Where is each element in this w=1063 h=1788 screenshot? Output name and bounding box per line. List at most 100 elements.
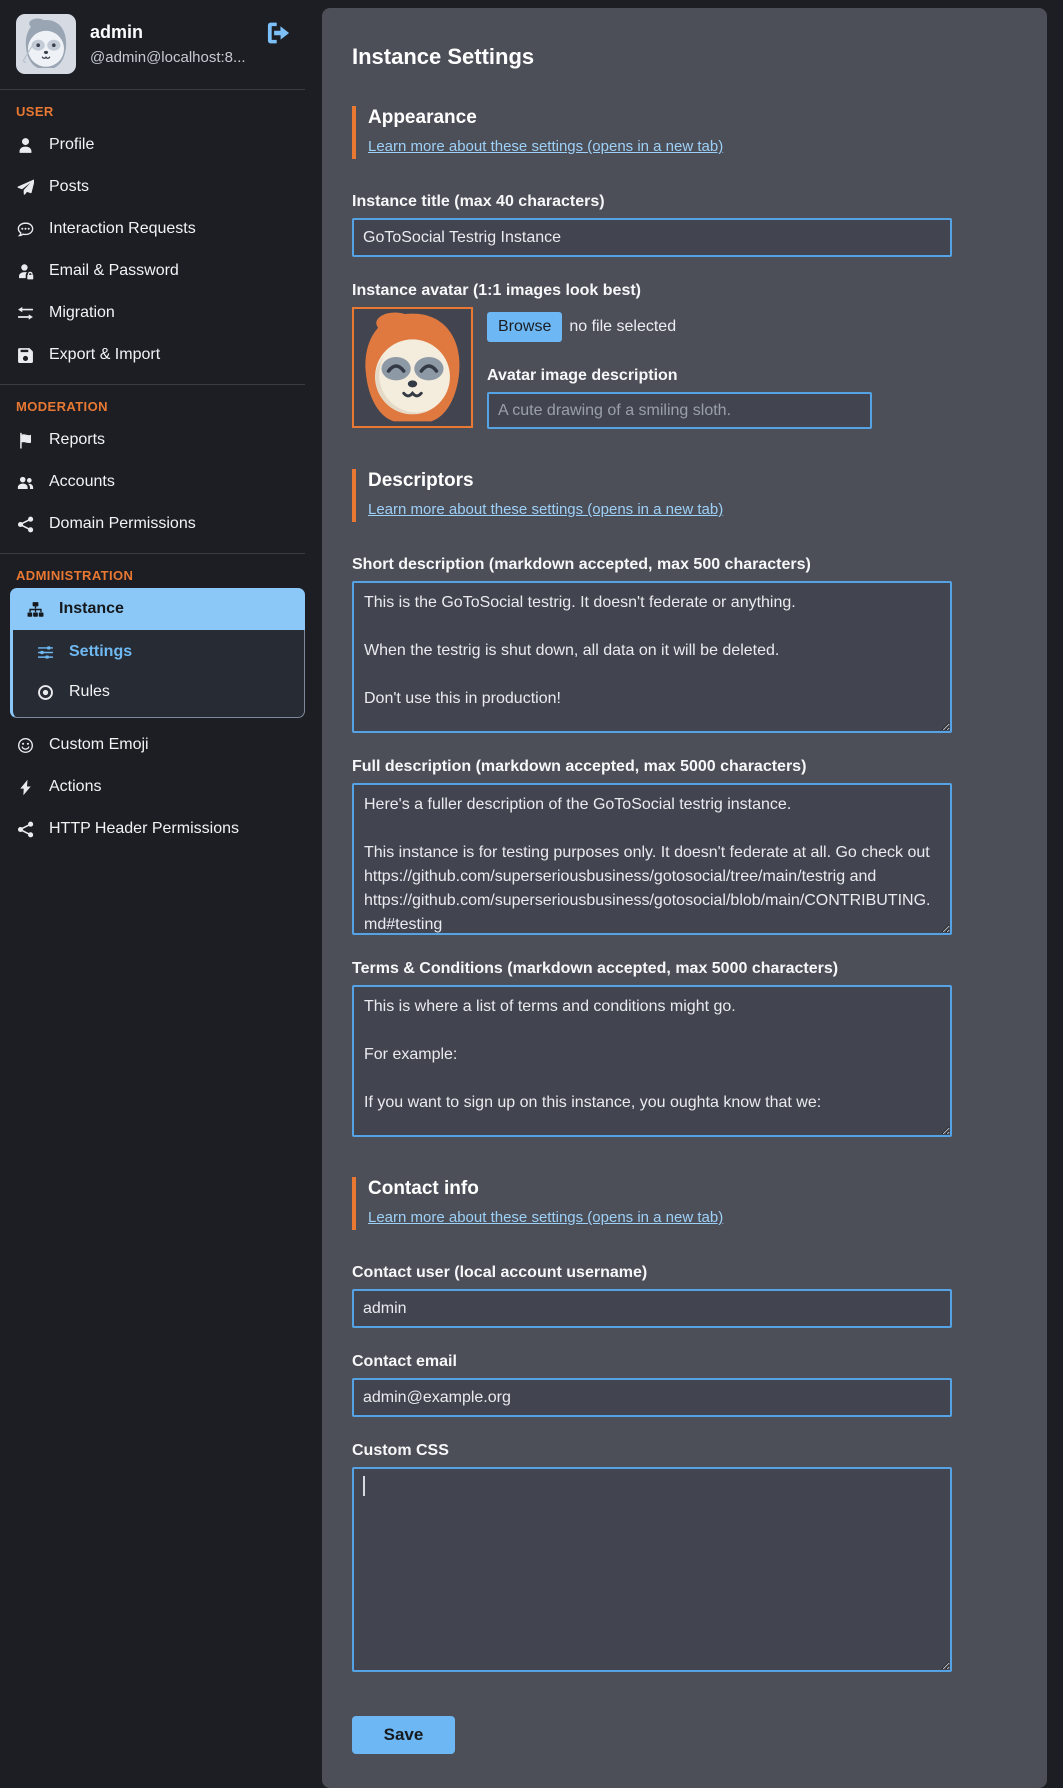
sidebar-item-interaction-requests[interactable]: Interaction Requests (0, 208, 305, 250)
instance-avatar-group: Instance avatar (1:1 images look best) (352, 282, 1017, 429)
instance-title-input[interactable] (352, 218, 952, 257)
page-title: Instance Settings (352, 44, 1017, 70)
contact-email-input[interactable] (352, 1378, 952, 1417)
flag-icon (16, 432, 35, 449)
sidebar-item-label: Migration (49, 304, 115, 322)
bolt-icon (16, 779, 35, 796)
nav-section-moderation-label: MODERATION (16, 399, 289, 414)
nav-section-administration: ADMINISTRATION Instance (0, 568, 305, 850)
instance-title-group: Instance title (max 40 characters) (352, 193, 1017, 257)
instance-settings-panel: Instance Settings Appearance Learn more … (322, 8, 1047, 1788)
user-handle: @admin@localhost:8... (90, 49, 246, 66)
sidebar-item-label: Posts (49, 178, 89, 196)
custom-css-group: Custom CSS (352, 1442, 1017, 1672)
terms-conditions-group: Terms & Conditions (markdown accepted, m… (352, 960, 1017, 1137)
app-layout: admin @admin@localhost:8... USER Profile (0, 0, 1063, 1682)
sidebar-divider (0, 89, 305, 90)
save-button[interactable]: Save (352, 1716, 455, 1754)
contact-section-header: Contact info Learn more about these sett… (352, 1177, 1017, 1230)
sidebar-item-label: Interaction Requests (49, 220, 196, 238)
avatar-description-input[interactable] (487, 392, 872, 429)
full-description-label: Full description (markdown accepted, max… (352, 758, 1017, 776)
learn-more-link[interactable]: Learn more about these settings (opens i… (368, 1209, 723, 1226)
nav-section-administration-label: ADMINISTRATION (16, 568, 289, 583)
full-description-textarea[interactable] (352, 783, 952, 935)
sitemap-icon (26, 601, 45, 618)
sidebar-item-migration[interactable]: Migration (0, 292, 305, 334)
floppy-icon (16, 347, 35, 364)
short-description-group: Short description (markdown accepted, ma… (352, 556, 1017, 733)
comment-icon (16, 221, 35, 238)
sidebar-item-label: Profile (49, 136, 94, 154)
sidebar: admin @admin@localhost:8... USER Profile (0, 0, 305, 850)
sidebar-divider (0, 384, 305, 385)
sidebar-item-label: HTTP Header Permissions (49, 820, 239, 838)
learn-more-link[interactable]: Learn more about these settings (opens i… (368, 138, 723, 155)
nav-section-moderation: MODERATION Reports Accounts (0, 399, 305, 545)
sidebar-item-label: Custom Emoji (49, 736, 149, 754)
contact-email-group: Contact email (352, 1353, 1017, 1417)
user-card[interactable]: admin @admin@localhost:8... (0, 0, 305, 89)
instance-nav-block: Instance Settings (10, 588, 305, 718)
sidebar-divider (0, 553, 305, 554)
sidebar-item-actions[interactable]: Actions (0, 766, 305, 808)
appearance-heading: Appearance (368, 107, 1017, 129)
user-lock-icon (16, 263, 35, 280)
contact-user-input[interactable] (352, 1289, 952, 1328)
file-status-text: no file selected (569, 318, 676, 336)
circle-dot-icon (36, 684, 55, 701)
descriptors-section-header: Descriptors Learn more about these setti… (352, 469, 1017, 522)
short-description-textarea[interactable] (352, 581, 952, 733)
sidebar-item-label: Rules (69, 683, 110, 701)
sidebar-item-reports[interactable]: Reports (0, 419, 305, 461)
contact-user-group: Contact user (local account username) (352, 1264, 1017, 1328)
sidebar-item-export-import[interactable]: Export & Import (0, 334, 305, 376)
nav-section-user: USER Profile Posts (0, 104, 305, 376)
sliders-icon (36, 644, 55, 661)
sidebar-item-instance[interactable]: Instance (10, 588, 305, 630)
sidebar-item-http-header-permissions[interactable]: HTTP Header Permissions (0, 808, 305, 850)
gray-sloth-avatar-image (16, 14, 76, 74)
contact-heading: Contact info (368, 1178, 1017, 1200)
browse-button[interactable]: Browse (487, 312, 562, 342)
orange-sloth-avatar-image (354, 309, 471, 426)
sidebar-item-label: Accounts (49, 473, 115, 491)
sidebar-item-custom-emoji[interactable]: Custom Emoji (0, 724, 305, 766)
user-avatar (16, 14, 76, 74)
sign-out-icon[interactable] (265, 20, 291, 46)
custom-css-textarea[interactable] (352, 1467, 952, 1672)
user-name: admin (90, 22, 246, 43)
nav-section-user-label: USER (16, 104, 289, 119)
short-description-label: Short description (markdown accepted, ma… (352, 556, 1017, 574)
instance-avatar-preview (352, 307, 473, 428)
contact-user-label: Contact user (local account username) (352, 1264, 1017, 1282)
appearance-section-header: Appearance Learn more about these settin… (352, 106, 1017, 159)
sidebar-item-label: Email & Password (49, 262, 179, 280)
descriptors-heading: Descriptors (368, 470, 1017, 492)
exchange-arrows-icon (16, 305, 35, 322)
full-description-group: Full description (markdown accepted, max… (352, 758, 1017, 935)
sidebar-item-label: Settings (69, 643, 132, 661)
sidebar-item-rules[interactable]: Rules (13, 672, 304, 712)
instance-avatar-label: Instance avatar (1:1 images look best) (352, 282, 1017, 300)
instance-title-label: Instance title (max 40 characters) (352, 193, 1017, 211)
instance-submenu: Settings Rules (10, 630, 305, 718)
learn-more-link[interactable]: Learn more about these settings (opens i… (368, 501, 723, 518)
sidebar-item-label: Instance (59, 600, 124, 618)
paper-plane-icon (16, 179, 35, 196)
sidebar-item-label: Domain Permissions (49, 515, 196, 533)
sidebar-item-profile[interactable]: Profile (0, 124, 305, 166)
contact-email-label: Contact email (352, 1353, 1017, 1371)
sidebar-item-posts[interactable]: Posts (0, 166, 305, 208)
terms-conditions-textarea[interactable] (352, 985, 952, 1137)
sidebar-item-label: Export & Import (49, 346, 160, 364)
sidebar-item-settings[interactable]: Settings (13, 632, 304, 672)
avatar-description-label: Avatar image description (487, 367, 872, 385)
sidebar-item-accounts[interactable]: Accounts (0, 461, 305, 503)
sidebar-item-domain-permissions[interactable]: Domain Permissions (0, 503, 305, 545)
user-meta: admin @admin@localhost:8... (90, 22, 246, 66)
custom-css-label: Custom CSS (352, 1442, 1017, 1460)
sidebar-item-email-password[interactable]: Email & Password (0, 250, 305, 292)
users-icon (16, 474, 35, 491)
sidebar-item-label: Actions (49, 778, 101, 796)
